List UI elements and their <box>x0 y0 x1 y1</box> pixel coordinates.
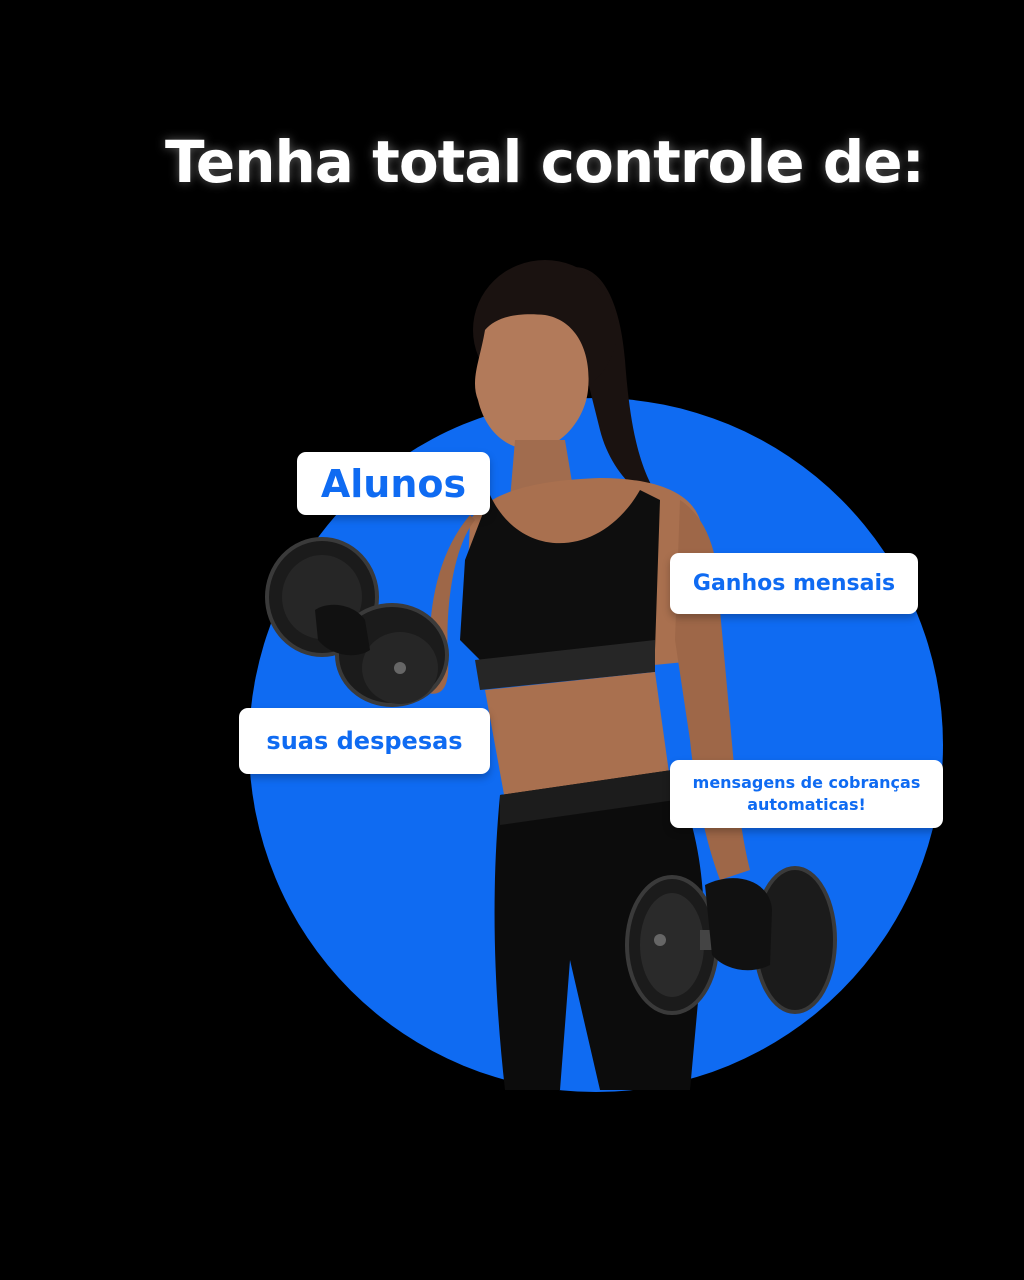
tag-automatic-billing-messages: mensagens de cobranças automaticas! <box>670 760 943 828</box>
athlete-with-dumbbells-image <box>265 260 837 1090</box>
tag-messages-line2: automaticas! <box>747 795 866 814</box>
tag-students: Alunos <box>297 452 490 515</box>
tag-messages-line1: mensagens de cobranças <box>692 773 921 792</box>
dumbbell-right <box>625 866 837 1015</box>
tag-monthly-earnings: Ganhos mensais <box>670 553 918 614</box>
promo-banner: Tenha total controle de: Alunos Ganhos m… <box>0 0 1024 1280</box>
tag-expenses-label: suas despesas <box>266 727 463 755</box>
tag-expenses: suas despesas <box>239 708 490 774</box>
dumbbell-left <box>265 537 449 707</box>
tag-students-label: Alunos <box>320 461 467 506</box>
tag-monthly-earnings-label: Ganhos mensais <box>692 571 896 596</box>
